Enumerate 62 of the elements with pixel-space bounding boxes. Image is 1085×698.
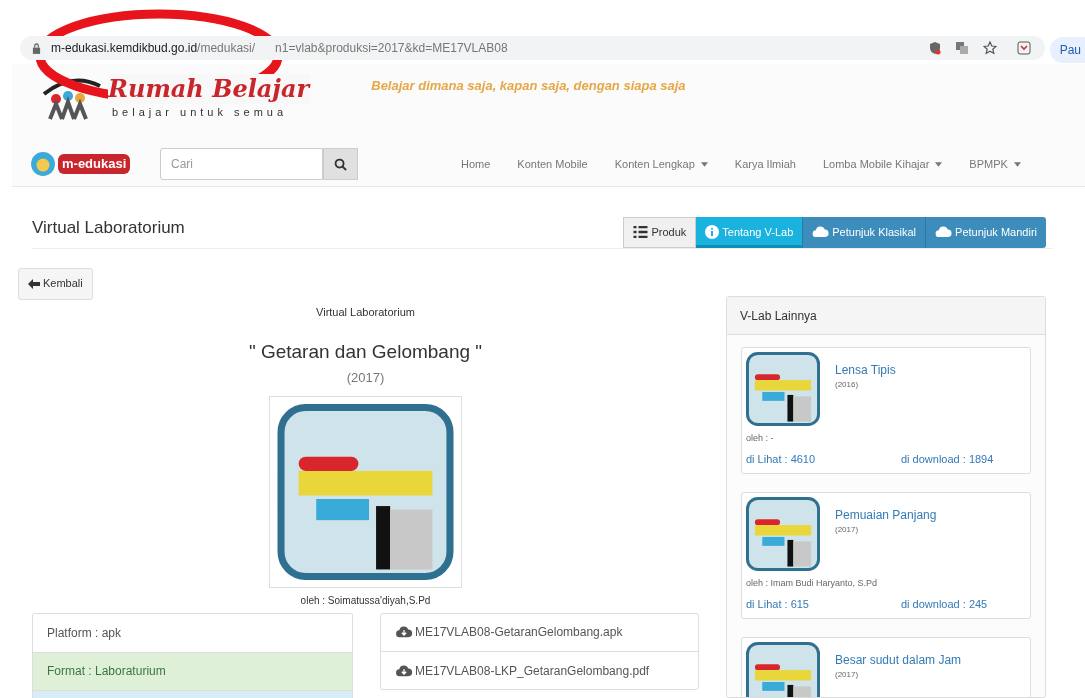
vlab-title[interactable]: Pemuaian Panjang xyxy=(835,506,937,524)
arrow-left-icon xyxy=(28,278,40,289)
translate-icon xyxy=(955,41,969,55)
nav-link[interactable]: Karya Ilmiah xyxy=(734,155,796,173)
nav-link[interactable]: Lomba Mobile Kihajar xyxy=(822,155,943,173)
nav-link[interactable]: Konten Mobile xyxy=(517,155,588,173)
info-row: Format : Laboraturium xyxy=(33,651,352,690)
product-year: (2017) xyxy=(346,369,385,387)
url-query: n1=vlab&produksi=2017&kd=ME17VLAB08 xyxy=(275,40,508,57)
search-field[interactable]: Cari xyxy=(160,148,323,180)
site-tagline: Belajar dimana saja, kapan saja, dengan siapa saja xyxy=(371,77,686,95)
tab[interactable]: Petunjuk Klasikal xyxy=(802,216,926,248)
lock-icon xyxy=(32,42,41,54)
tab[interactable]: Petunjuk Mandiri xyxy=(925,216,1046,248)
address-bar[interactable]: m-edukasi.kemdikbud.go.id/medukasi/ n1=vlab&produksi=2017&kd=ME17VLAB08 xyxy=(20,36,1045,60)
page-title: Virtual Laboratorium xyxy=(32,217,185,239)
category-label: Virtual Laboratorium xyxy=(316,305,415,320)
cloud-download-icon xyxy=(935,226,953,238)
caret-icon xyxy=(935,161,943,167)
tab[interactable]: Produk xyxy=(623,216,697,248)
cloud-download-icon xyxy=(812,226,830,238)
vlab-author: oleh : - xyxy=(746,432,775,445)
product-title: " Getaran dan Gelombang " xyxy=(248,339,483,364)
nav-link[interactable]: Konten Lengkap xyxy=(614,155,708,173)
list-icon xyxy=(633,226,649,238)
tab[interactable]: Tentang V-Lab xyxy=(696,216,803,248)
vlab-year: (2016) xyxy=(835,379,860,391)
download-count: di download : 1894 xyxy=(901,451,994,467)
author-label: oleh : Soimatussa'diyah,S.Pd xyxy=(300,593,431,608)
vlab-author: oleh : Imam Budi Haryanto, S.Pd xyxy=(746,577,879,590)
cloud-download-icon xyxy=(395,664,413,677)
star-icon[interactable] xyxy=(983,41,997,55)
profile-button[interactable]: Pau xyxy=(1049,37,1085,63)
nav-link[interactable]: BPMPK xyxy=(969,155,1021,173)
caret-icon xyxy=(1013,161,1021,167)
url-path: /medukasi/ xyxy=(197,40,256,57)
file-download-link[interactable]: ME17VLAB08-LKP_GetaranGelombang.pdf xyxy=(381,651,698,689)
info-icon xyxy=(705,225,720,239)
site-logo-title: Rumah Belajar xyxy=(108,74,312,104)
vlab-title[interactable]: Besar sudut dalam Jam xyxy=(835,651,962,669)
brand-logo-icon xyxy=(30,151,56,177)
view-count: di Lihat : 4610 xyxy=(746,451,817,467)
vlab-card[interactable]: Besar sudut dalam Jam (2017) xyxy=(741,637,1031,697)
vlab-year: (2017) xyxy=(835,524,860,536)
shield-icon xyxy=(929,41,941,55)
vlab-card[interactable]: Lensa Tipis (2016) oleh : - di Lihat : 4610 di download : 1894 xyxy=(741,347,1031,474)
caret-icon xyxy=(700,161,708,167)
vlab-card[interactable]: Pemuaian Panjang (2017) oleh : Imam Budi Haryanto, S.Pd di Lihat : 615 di download : 245 xyxy=(741,492,1031,619)
vlab-title[interactable]: Lensa Tipis xyxy=(835,361,896,379)
view-count: di Lihat : 615 xyxy=(746,596,810,612)
search-icon xyxy=(334,157,347,171)
vlab-year: (2017) xyxy=(835,669,860,681)
cloud-download-icon xyxy=(395,626,413,638)
panel-header: V-Lab Lainnya xyxy=(727,297,1045,335)
back-button[interactable]: Kembali xyxy=(18,267,93,300)
search-button[interactable] xyxy=(323,148,358,180)
nav-link[interactable]: Home xyxy=(461,155,491,173)
brand-name[interactable]: m-edukasi xyxy=(58,154,131,174)
download-count: di download : 245 xyxy=(901,596,988,612)
file-download-link[interactable]: ME17VLAB08-GetaranGelombang.apk xyxy=(381,613,698,652)
url-host: m-edukasi.kemdikbud.go.id xyxy=(51,40,198,57)
site-logo-subtitle: belajar untuk semua xyxy=(112,105,289,120)
